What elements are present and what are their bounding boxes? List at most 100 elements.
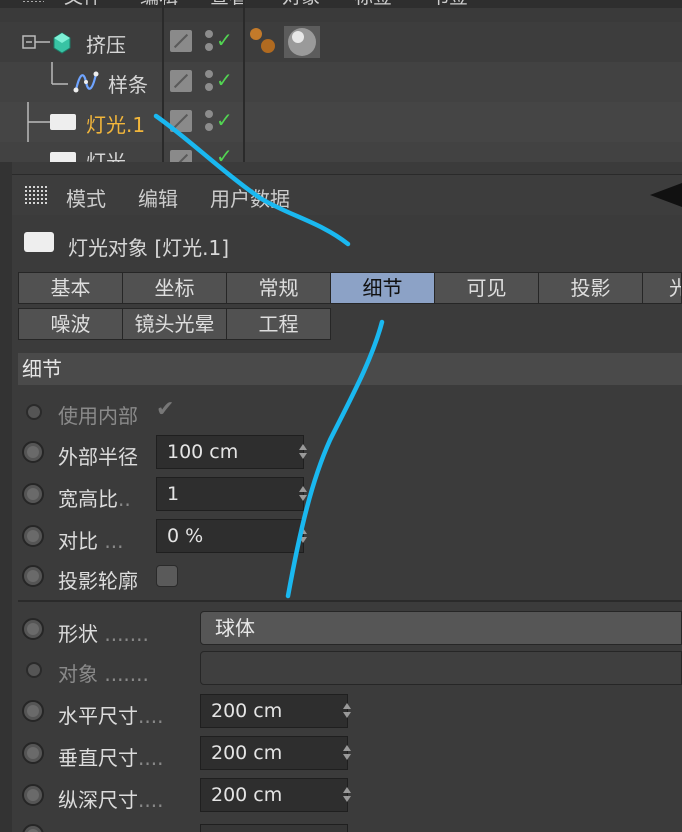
checkmark-icon[interactable]: ✔	[156, 397, 174, 422]
param-label: 投影轮廓	[58, 569, 138, 593]
param-next-row	[12, 818, 682, 832]
shape-dropdown[interactable]: 球体	[200, 611, 682, 645]
animate-radio[interactable]	[22, 618, 44, 640]
animate-radio[interactable]	[22, 525, 44, 547]
menu-bookmarks[interactable]: 书签	[430, 0, 468, 9]
layer-toggle-icon[interactable]	[170, 150, 192, 162]
menu-tags[interactable]: 标签	[354, 0, 392, 9]
tree-branch-icon	[51, 62, 68, 85]
layer-toggle-icon[interactable]	[170, 70, 192, 92]
light-icon	[50, 114, 76, 130]
menu-user-data[interactable]: 用户数据	[210, 183, 290, 212]
param-label: 对比 ...	[58, 529, 124, 553]
enabled-check-icon[interactable]: ✓	[216, 28, 233, 52]
menu-edit[interactable]: 编辑	[138, 183, 178, 212]
menu-edit[interactable]: 编辑	[140, 0, 178, 9]
tree-label-extrude[interactable]: 挤压	[86, 29, 126, 58]
tab-lens-flare[interactable]: 镜头光晕	[122, 308, 227, 340]
menu-mode[interactable]: 模式	[66, 183, 106, 212]
visibility-dots-icon[interactable]	[205, 30, 213, 52]
column-divider	[162, 0, 164, 162]
depth-size-input[interactable]: 200 cm	[200, 778, 351, 812]
material-tags[interactable]	[246, 24, 322, 60]
param-shape: 形状 ....... 球体	[12, 610, 682, 650]
outer-radius-input[interactable]: 100 cm	[156, 435, 307, 469]
layer-toggle-icon[interactable]	[170, 30, 192, 52]
horizontal-size-input[interactable]: 200 cm	[200, 694, 351, 728]
param-horizontal-size: 水平尺寸.... 200 cm	[12, 692, 682, 732]
animate-radio[interactable]	[26, 404, 42, 420]
tree-row-spline[interactable]: 样条 ✓	[0, 62, 682, 102]
enabled-check-icon[interactable]: ✓	[216, 68, 233, 92]
tab-project[interactable]: 工程	[226, 308, 331, 340]
object-manager-menubar: 文件 编辑 查看 对象 标签 书签	[0, 0, 682, 8]
object-manager: 文件 编辑 查看 对象 标签 书签 挤压 ✓	[0, 0, 682, 162]
param-use-inner: 使用内部 ✔	[12, 392, 682, 432]
tab-basic[interactable]: 基本	[18, 272, 123, 304]
tree-label-light-1[interactable]: 灯光.1	[86, 109, 145, 138]
spline-icon	[73, 71, 99, 93]
param-label: 纵深尺寸....	[58, 788, 164, 812]
animate-radio[interactable]	[22, 742, 44, 764]
contrast-input[interactable]: 0 %	[156, 519, 307, 553]
object-link-field	[200, 651, 682, 685]
tree-label-light[interactable]: 灯光	[86, 146, 126, 162]
next-input	[200, 824, 348, 832]
animate-radio[interactable]	[22, 441, 44, 463]
param-label: 使用内部	[58, 404, 138, 428]
param-depth-size: 纵深尺寸.... 200 cm	[12, 776, 682, 816]
param-label: 宽高比..	[58, 487, 131, 511]
tab-noise[interactable]: 噪波	[18, 308, 123, 340]
extrude-icon	[53, 32, 71, 54]
column-divider	[243, 0, 245, 162]
param-vertical-size: 垂直尺寸.... 200 cm	[12, 734, 682, 774]
attribute-manager: 模式 编辑 用户数据 灯光对象 [灯光.1] 基本 坐标 常规 细节 可见 投影…	[12, 162, 682, 832]
enabled-check-icon[interactable]: ✓	[216, 108, 233, 132]
menu-file[interactable]: 文件	[64, 0, 102, 9]
light-icon	[50, 152, 76, 162]
animate-radio[interactable]	[22, 565, 44, 587]
tree-branch-icon	[27, 102, 50, 142]
visibility-dots-icon[interactable]	[205, 70, 213, 92]
grid-menu-icon[interactable]	[22, 0, 44, 2]
tab-general[interactable]: 常规	[226, 272, 331, 304]
enabled-check-icon[interactable]: ✓	[216, 144, 233, 162]
visibility-dots-icon[interactable]	[205, 110, 213, 132]
animate-radio[interactable]	[22, 483, 44, 505]
animate-radio[interactable]	[22, 824, 44, 832]
tab-coord[interactable]: 坐标	[122, 272, 227, 304]
aspect-ratio-input[interactable]: 1	[156, 477, 307, 511]
tab-details[interactable]: 细节	[330, 272, 435, 304]
param-contrast: 对比 ... 0 %	[12, 517, 682, 557]
shadow-caster-checkbox[interactable]	[156, 565, 178, 587]
param-label: 垂直尺寸....	[58, 746, 164, 770]
grid-menu-icon[interactable]	[24, 185, 48, 205]
tab-visibility[interactable]: 可见	[434, 272, 539, 304]
tab-shadow[interactable]: 投影	[538, 272, 643, 304]
animate-radio[interactable]	[26, 662, 42, 678]
animate-radio[interactable]	[22, 784, 44, 806]
layer-toggle-icon[interactable]	[170, 110, 192, 132]
param-label: 外部半径	[58, 445, 138, 469]
section-header-details: 细节	[18, 353, 682, 385]
tree-row-extrude[interactable]: 挤压 ✓	[0, 22, 682, 62]
param-shadow-caster: 投影轮廓	[12, 557, 682, 597]
param-label: 对象 .......	[58, 662, 149, 686]
param-aspect-ratio: 宽高比.. 1	[12, 475, 682, 515]
menu-object[interactable]: 对象	[282, 0, 320, 9]
tree-row-light-1[interactable]: 灯光.1 ✓	[0, 102, 682, 142]
attribute-manager-menubar: 模式 编辑 用户数据	[12, 174, 682, 215]
light-icon	[24, 232, 54, 252]
tree-label-spline[interactable]: 样条	[108, 69, 148, 98]
tree-row-light[interactable]: 灯光 ✓	[0, 142, 682, 162]
param-label: 形状 .......	[58, 622, 149, 646]
back-arrow-icon[interactable]	[650, 183, 682, 207]
param-object: 对象 .......	[12, 650, 682, 690]
vertical-size-input[interactable]: 200 cm	[200, 736, 351, 770]
param-outer-radius: 外部半径 100 cm	[12, 433, 682, 473]
object-title: 灯光对象 [灯光.1]	[68, 236, 230, 260]
param-label: 水平尺寸....	[58, 704, 164, 728]
separator	[18, 600, 682, 602]
tab-photometric[interactable]: 光	[642, 272, 682, 304]
animate-radio[interactable]	[22, 700, 44, 722]
